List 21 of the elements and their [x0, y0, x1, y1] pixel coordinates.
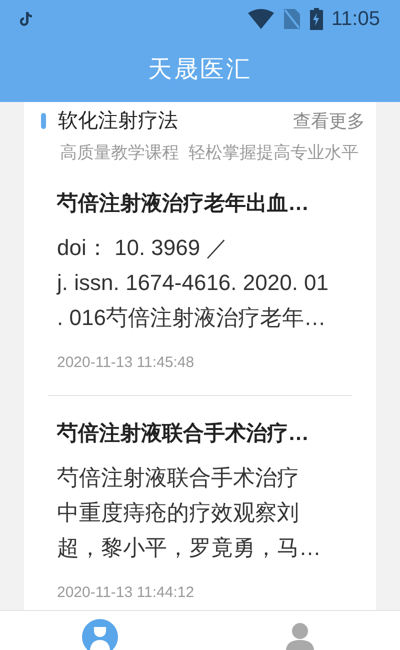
section-subtitle: 高质量教学课程 轻松掌握提高专业水平 — [60, 142, 358, 164]
section-title: 软化注射疗法 — [58, 109, 179, 134]
article-date: 2020-11-13 11:44:12 — [57, 582, 196, 602]
section-marker — [41, 113, 46, 129]
article-excerpt-line: 中重度痔疮的疗效观察刘 — [57, 498, 299, 526]
music-note-icon — [20, 12, 32, 26]
status-time: 11:05 — [331, 6, 380, 32]
article-date: 2020-11-13 11:45:48 — [57, 352, 196, 372]
view-more-link[interactable]: 查看更多 — [293, 108, 365, 134]
article-excerpt-line: doi： 10. 3969 ／ — [57, 234, 228, 262]
article-title[interactable]: 芍倍注射液治疗老年出血… — [57, 188, 309, 220]
article-excerpt-line: 超，黎小平，罗竟勇，马… — [57, 534, 321, 562]
wifi-icon — [248, 8, 274, 28]
article-excerpt-line: j. issn. 1674-4616. 2020. 01 — [57, 268, 329, 297]
battery-charging-icon — [310, 8, 324, 30]
doctor-tab-icon[interactable] — [82, 619, 118, 650]
no-sim-icon — [284, 8, 300, 28]
app-title: 天晟医汇 — [148, 54, 252, 84]
article-title[interactable]: 芍倍注射液联合手术治疗… — [57, 418, 309, 450]
article-excerpt-line: 芍倍注射液联合手术治疗 — [57, 464, 299, 492]
article-excerpt-line: . 016芍倍注射液治疗老年… — [57, 304, 326, 332]
